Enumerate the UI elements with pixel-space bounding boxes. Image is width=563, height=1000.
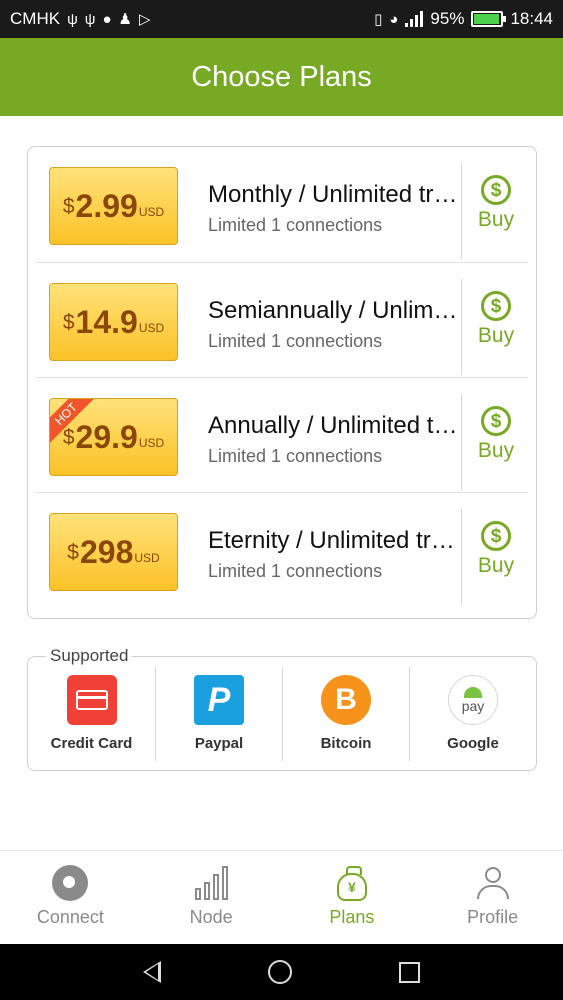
dollar-icon: $	[481, 521, 511, 551]
supported-payments: Supported Credit Card P Paypal B Bitcoin…	[27, 646, 537, 771]
battery-icon	[471, 11, 507, 27]
buy-label: Buy	[477, 439, 515, 462]
plan-row-semiannually: $ 14.9 USD Semiannually / Unlimited traf…	[36, 262, 528, 376]
status-left: CMHK ψ ψ ● ♟ ▷	[10, 9, 151, 29]
plan-connections: Limited 1 connections	[208, 446, 383, 466]
back-icon[interactable]	[143, 961, 162, 983]
price-badge: HOT $ 29.9 USD	[49, 398, 178, 476]
dollar-icon: $	[481, 175, 511, 205]
price-badge: $ 298 USD	[49, 513, 178, 591]
share-icon: ▷	[138, 11, 151, 28]
wifi-icon: ◕	[389, 10, 399, 28]
divider	[461, 509, 462, 605]
divider	[461, 279, 462, 375]
buy-button-annually[interactable]: $ Buy	[466, 406, 526, 470]
nav-label: Connect	[36, 907, 104, 927]
dollar-icon: $	[481, 291, 511, 321]
pay-method-credit-card[interactable]: Credit Card	[28, 667, 155, 761]
usb-icon: ψ	[67, 10, 78, 28]
plan-connections: Limited 1 connections	[208, 331, 383, 351]
divider	[461, 394, 462, 490]
currency-symbol: $	[62, 195, 75, 218]
divider	[461, 163, 462, 259]
google-pay-text: pay	[461, 698, 485, 714]
nav-connect[interactable]: Connect	[0, 851, 141, 944]
app-bar: Choose Plans	[0, 38, 563, 116]
price-badge: $ 14.9 USD	[49, 283, 178, 361]
nav-label: Profile	[467, 907, 519, 927]
status-bar: CMHK ψ ψ ● ♟ ▷ ▯ ◕ 95% 18:44	[0, 0, 563, 38]
plan-name: Semiannually / Unlimited traffic	[208, 297, 461, 324]
google-pay-icon: pay	[448, 675, 498, 725]
price-unit: USD	[134, 551, 160, 565]
plans-card: $ 2.99 USD Monthly / Unlimited traffic L…	[27, 146, 537, 619]
buy-label: Buy	[477, 324, 515, 347]
plan-name: Monthly / Unlimited traffic	[208, 181, 461, 208]
vibrate-icon: ▯	[374, 11, 383, 28]
paypal-icon: P	[194, 675, 244, 725]
pay-method-label: Paypal	[194, 735, 244, 752]
nav-label: Node	[189, 907, 233, 927]
rocket-icon	[50, 863, 90, 903]
price-unit: USD	[138, 436, 165, 450]
bottom-nav: Connect Node ¥ Plans Profile	[0, 850, 563, 944]
buy-label: Buy	[477, 554, 515, 577]
bitcoin-icon: B	[321, 675, 371, 725]
nav-profile[interactable]: Profile	[422, 851, 563, 944]
chess-icon: ♟	[118, 11, 132, 28]
buy-button-monthly[interactable]: $ Buy	[466, 175, 526, 239]
pay-method-label: Google	[447, 735, 499, 752]
page-title: Choose Plans	[191, 60, 372, 93]
pay-method-bitcoin[interactable]: B Bitcoin	[282, 667, 409, 761]
usb-icon: ψ	[84, 10, 96, 28]
battery-percent: 95%	[430, 9, 465, 28]
plan-connections: Limited 1 connections	[208, 561, 383, 581]
currency-symbol: $	[67, 541, 79, 564]
currency-symbol: $	[62, 426, 75, 449]
signal-icon	[405, 11, 424, 27]
money-bag-icon: ¥	[332, 863, 372, 903]
buy-button-semiannually[interactable]: $ Buy	[466, 291, 526, 355]
bar-chart-icon	[191, 863, 231, 903]
pay-method-paypal[interactable]: P Paypal	[155, 667, 282, 761]
nav-node[interactable]: Node	[141, 851, 282, 944]
buy-button-eternity[interactable]: $ Buy	[466, 521, 526, 585]
nav-label: Plans	[329, 907, 375, 927]
home-icon[interactable]	[267, 960, 292, 984]
clock: 18:44	[510, 9, 553, 28]
pay-method-label: Bitcoin	[320, 735, 372, 752]
price-amount: 298	[79, 533, 134, 570]
plan-row-annually: HOT $ 29.9 USD Annually / Unlimited traf…	[36, 377, 528, 491]
plan-name: Eternity / Unlimited traffic	[208, 527, 461, 554]
system-nav-bar	[0, 944, 563, 1000]
price-amount: 2.99	[75, 187, 138, 224]
android-icon	[464, 687, 482, 698]
nav-plans[interactable]: ¥ Plans	[282, 851, 423, 944]
carrier-label: CMHK	[10, 9, 61, 28]
price-unit: USD	[138, 205, 165, 219]
person-icon	[473, 863, 513, 903]
status-right: ▯ ◕ 95% 18:44	[374, 9, 553, 29]
buy-label: Buy	[477, 208, 515, 231]
recent-apps-icon[interactable]	[398, 961, 420, 983]
plan-connections: Limited 1 connections	[208, 215, 383, 235]
price-amount: 14.9	[75, 303, 138, 340]
credit-card-icon	[66, 675, 117, 725]
pay-method-google[interactable]: pay Google	[409, 667, 536, 761]
plan-row-monthly: $ 2.99 USD Monthly / Unlimited traffic L…	[36, 147, 528, 261]
dollar-icon: $	[481, 406, 511, 436]
price-badge: $ 2.99 USD	[49, 167, 178, 245]
price-amount: 29.9	[75, 418, 138, 455]
price-unit: USD	[138, 321, 165, 335]
supported-legend: Supported	[46, 646, 133, 666]
plan-name: Annually / Unlimited traffic	[208, 412, 461, 439]
pay-method-label: Credit Card	[50, 735, 133, 752]
currency-symbol: $	[62, 311, 75, 334]
plan-row-eternity: $ 298 USD Eternity / Unlimited traffic L…	[36, 492, 528, 606]
chat-icon: ●	[102, 10, 112, 28]
